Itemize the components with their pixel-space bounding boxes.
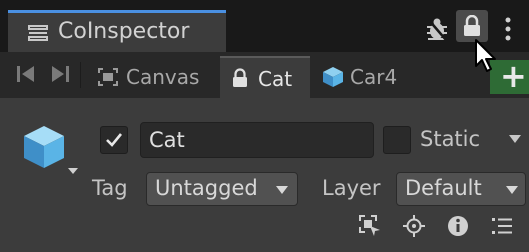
window-title: CoInspector	[58, 19, 190, 44]
layer-label: Layer	[322, 176, 381, 200]
tab-separator	[80, 62, 81, 88]
static-checkbox[interactable]	[383, 126, 411, 154]
checkmark-icon	[106, 133, 123, 147]
inspector-tab-bar: Canvas Cat Car4	[0, 52, 529, 98]
select-frame-icon[interactable]	[358, 214, 382, 238]
crosshair-icon[interactable]	[402, 214, 426, 238]
window-tab[interactable]: CoInspector	[8, 10, 226, 52]
tab-canvas-label: Canvas	[126, 65, 200, 89]
tab-car4-label: Car4	[350, 65, 398, 89]
last-page-icon[interactable]	[46, 60, 74, 88]
add-label: +	[500, 57, 527, 95]
static-dropdown-arrow-icon[interactable]	[508, 134, 522, 144]
static-label: Static	[420, 127, 481, 151]
tab-car4[interactable]: Car4	[312, 56, 408, 98]
kebab-menu-icon[interactable]	[502, 16, 514, 42]
cube-icon	[323, 67, 343, 87]
object-name-field[interactable]: Cat	[140, 122, 374, 158]
chevron-down-icon	[506, 186, 518, 194]
layer-dropdown-value: Default	[405, 176, 482, 200]
canvas-icon	[98, 68, 118, 86]
list-icon	[28, 25, 48, 41]
tag-label: Tag	[92, 176, 128, 200]
layer-dropdown[interactable]: Default	[396, 172, 526, 206]
tag-dropdown[interactable]: Untagged	[146, 172, 298, 206]
tab-cat-label: Cat	[258, 67, 293, 91]
info-icon[interactable]	[446, 214, 470, 238]
tab-cat[interactable]: Cat	[220, 56, 310, 98]
mouse-cursor-icon	[475, 39, 496, 72]
list-detail-icon[interactable]	[490, 214, 514, 238]
inspector-window: CoInspector Canvas Cat Car4 + Cat Static…	[0, 0, 529, 252]
lock-icon	[464, 15, 480, 36]
first-page-icon[interactable]	[12, 60, 40, 88]
tag-dropdown-value: Untagged	[155, 176, 258, 200]
bug-icon[interactable]	[424, 16, 450, 42]
gameobject-cube-icon[interactable]	[20, 122, 80, 182]
object-name-value: Cat	[149, 128, 185, 152]
chevron-down-icon	[276, 186, 288, 194]
lock-icon	[233, 68, 247, 87]
active-checkbox[interactable]	[100, 126, 128, 154]
tab-canvas[interactable]: Canvas	[86, 56, 218, 98]
window-titlebar: CoInspector	[0, 0, 529, 52]
